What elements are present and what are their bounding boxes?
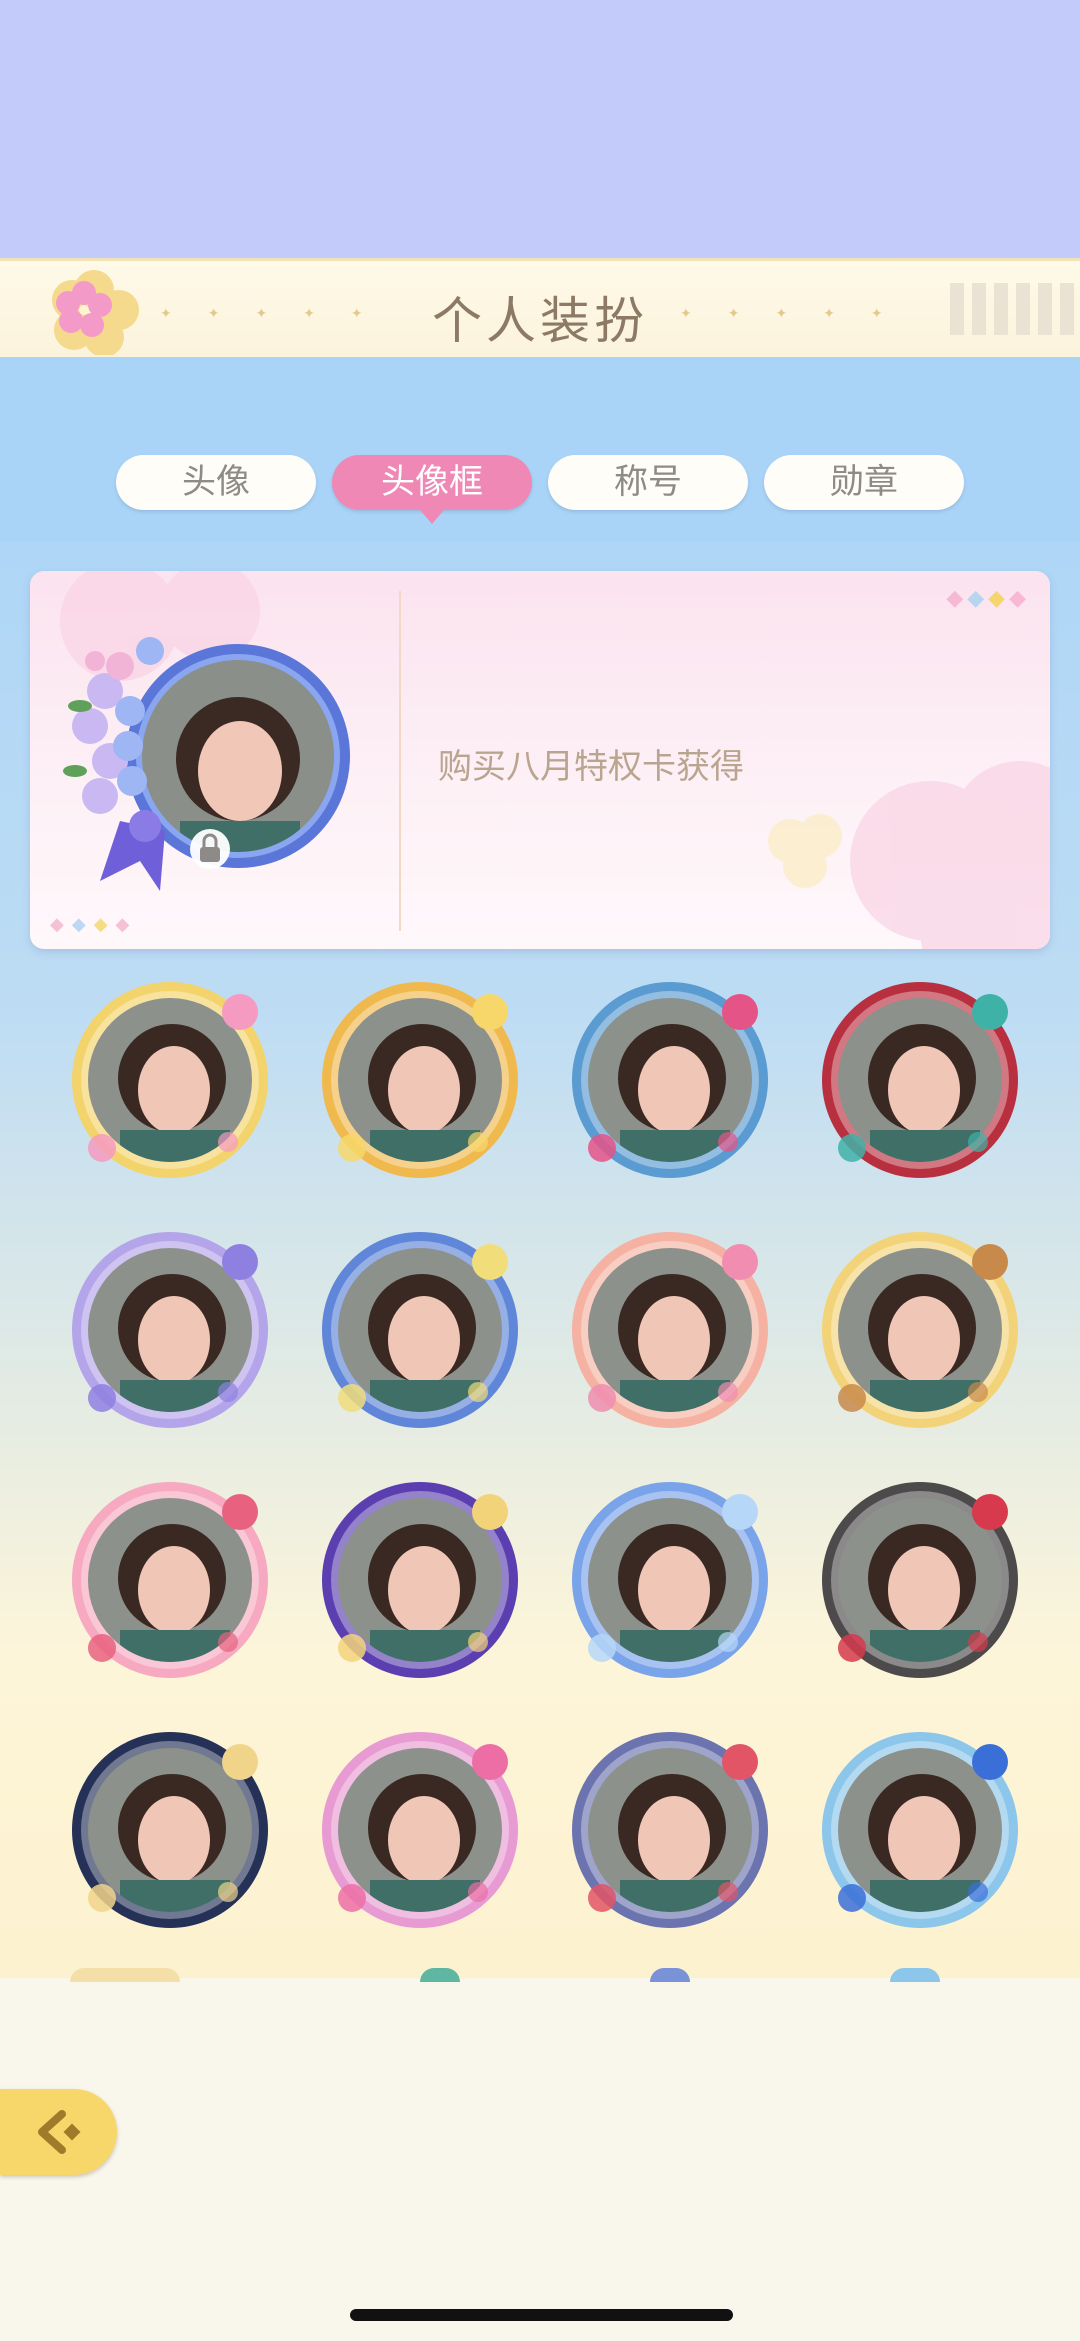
home-indicator[interactable] <box>350 2309 733 2321</box>
frame-source-text: 购买八月特权卡获得 <box>438 748 744 786</box>
card-divider <box>399 591 401 931</box>
frame-dark-thorns[interactable] <box>810 1470 1030 1690</box>
tab-title[interactable]: 称号 <box>548 455 748 510</box>
card-diamond-decoration-bottom: ◆◆◆◆ <box>50 914 138 934</box>
frame-crystal-wings[interactable] <box>810 1720 1030 1940</box>
frame-crimson-butterfly[interactable] <box>810 970 1030 1190</box>
frame-teal-roses[interactable] <box>560 970 780 1190</box>
status-area-background <box>0 0 1080 258</box>
selected-frame-preview <box>63 637 350 891</box>
title-bar: ✦✦✦✦✦ ✦✦✦✦✦ 个人装扮 <box>0 258 1080 360</box>
back-button[interactable] <box>0 2089 117 2175</box>
frame-ocean-waves[interactable] <box>560 1470 780 1690</box>
frame-pink-camellia[interactable] <box>310 1720 530 1940</box>
frame-blue-soccer[interactable] <box>310 1220 530 1440</box>
frame-gold-flowers[interactable] <box>310 970 530 1190</box>
frame-purple-bear[interactable] <box>560 1720 780 1940</box>
frame-navy-stars[interactable] <box>60 1720 280 1940</box>
frame-yellow-bow-wings[interactable] <box>60 970 280 1190</box>
frame-navy-moon[interactable] <box>310 1470 530 1690</box>
tab-strip <box>0 357 1080 542</box>
frame-lilac-music[interactable] <box>60 1220 280 1440</box>
bottom-area <box>0 1978 1080 2341</box>
next-row-peek <box>420 1968 460 1982</box>
page-title: 个人装扮 <box>432 293 648 349</box>
next-row-peek <box>890 1968 940 1982</box>
tab-avatar[interactable]: 头像 <box>116 455 316 510</box>
frame-bear-ears[interactable] <box>810 1220 1030 1440</box>
tab-medal[interactable]: 勋章 <box>764 455 964 510</box>
selected-frame-card: ◆◆◆◆ ◆◆◆◆ 购买八月特权卡获得 <box>30 571 1050 949</box>
next-row-peek <box>70 1968 180 1982</box>
card-diamond-decoration: ◆◆◆◆ <box>946 585 1030 610</box>
tab-avatar-frame[interactable]: 头像框 <box>332 455 532 524</box>
frame-peach-bunny[interactable] <box>560 1220 780 1440</box>
back-arrow-icon <box>38 2110 81 2154</box>
lock-icon <box>190 829 230 869</box>
next-row-peek <box>650 1968 690 1982</box>
frame-pink-roses[interactable] <box>60 1470 280 1690</box>
